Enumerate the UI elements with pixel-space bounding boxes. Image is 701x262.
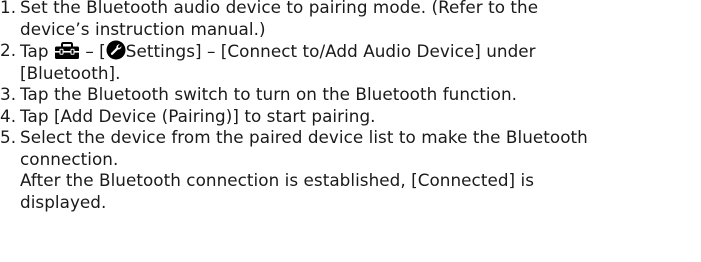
- step-text-line: After the Bluetooth connection is establ…: [20, 170, 535, 190]
- separator-text: – [: [85, 41, 106, 61]
- step-number: 4.: [0, 105, 17, 126]
- step-text-line: displayed.: [20, 191, 107, 212]
- step-text-line: device’s instruction manual.): [20, 18, 266, 39]
- step-1: 1. Set the Bluetooth audio device to pai…: [0, 0, 701, 40]
- step-4: 4. Tap [Add Device (Pairing)] to start p…: [0, 106, 701, 128]
- toolbox-icon: [54, 42, 80, 60]
- step-text-line: Tap – [ Settings] – [Connect to/Add Audi…: [20, 40, 701, 63]
- step-3: 3. Tap the Bluetooth switch to turn on t…: [0, 84, 701, 106]
- step-text-line: connection.: [20, 148, 119, 169]
- step-2: 2. Tap – [ Settings] – [Connect to/Add A…: [0, 40, 701, 84]
- step-text-line: Set the Bluetooth audio device to pairin…: [20, 0, 539, 17]
- step-number: 1.: [0, 0, 17, 17]
- step-text-line: Tap [Add Device (Pairing)] to start pair…: [20, 105, 376, 126]
- step-number: 3.: [0, 84, 17, 104]
- step-text-line: Select the device from the paired device…: [20, 127, 588, 147]
- step-number: 5.: [0, 127, 17, 147]
- settings-path-text: Settings] – [Connect to/Add Audio Device…: [125, 41, 536, 61]
- step-5: 5. Select the device from the paired dev…: [0, 127, 701, 213]
- step-text-line: Tap the Bluetooth switch to turn on the …: [20, 84, 518, 104]
- step-number: 2.: [0, 40, 17, 60]
- step-text-line: [Bluetooth].: [20, 62, 121, 83]
- instruction-steps: 1. Set the Bluetooth audio device to pai…: [0, 0, 701, 213]
- tap-text: Tap: [20, 41, 49, 61]
- settings-icon: [106, 40, 126, 60]
